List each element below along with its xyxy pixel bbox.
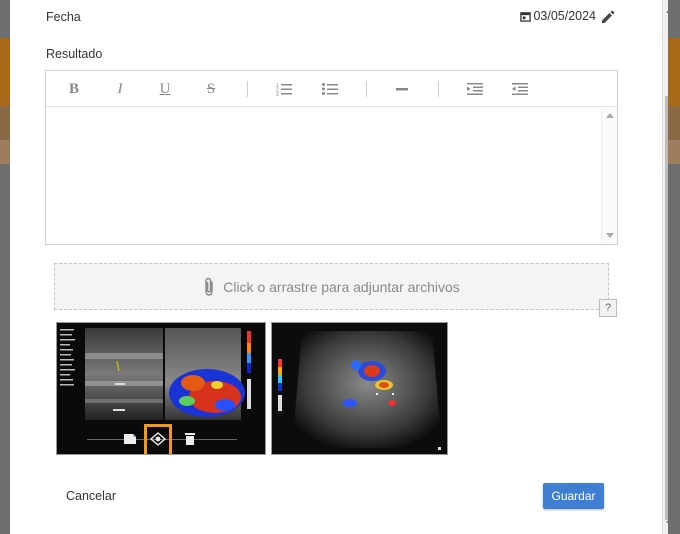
horizontal-rule-icon xyxy=(396,88,408,91)
svg-text:3: 3 xyxy=(276,92,279,96)
bold-button[interactable]: B xyxy=(64,80,84,98)
scroll-up-arrow-icon[interactable] xyxy=(666,8,668,13)
attachment-thumbnail[interactable] xyxy=(56,322,266,455)
ordered-list-icon: 1 2 3 xyxy=(276,83,292,96)
unordered-list-icon xyxy=(322,83,338,95)
cancel-button[interactable]: Cancelar xyxy=(58,485,124,507)
editor-content-area[interactable] xyxy=(46,107,601,244)
resultado-label: Resultado xyxy=(46,47,103,61)
help-button[interactable]: ? xyxy=(599,299,617,317)
editor-scrollbar[interactable] xyxy=(601,107,617,244)
unordered-list-button[interactable] xyxy=(320,80,340,98)
scrollbar-thumb[interactable] xyxy=(665,96,668,520)
italic-button[interactable]: I xyxy=(110,80,130,98)
fecha-row: Fecha 03/05/2024 xyxy=(46,9,616,27)
strikethrough-button[interactable]: S xyxy=(201,80,221,98)
editor-toolbar: B I U S 1 2 3 xyxy=(46,71,617,107)
toolbar-divider xyxy=(438,81,439,97)
toolbar-divider xyxy=(247,81,248,97)
attachment-thumbnail[interactable] xyxy=(271,322,448,455)
fecha-value: 03/05/2024 xyxy=(533,9,596,23)
outdent-icon xyxy=(512,83,528,95)
dropzone-text: Click o arrastre para adjuntar archivos xyxy=(223,278,460,295)
result-modal: Fecha 03/05/2024 Resultado B I U S 1 2 3… xyxy=(10,0,668,534)
save-button[interactable]: Guardar xyxy=(543,483,604,509)
scroll-down-arrow-icon[interactable] xyxy=(666,521,668,526)
view-action-highlight xyxy=(144,424,172,454)
edit-icon xyxy=(124,434,136,444)
ordered-list-button[interactable]: 1 2 3 xyxy=(274,80,294,98)
edit-date-button[interactable] xyxy=(600,9,616,25)
outdent-button[interactable] xyxy=(510,80,530,98)
indent-button[interactable] xyxy=(465,80,485,98)
rich-text-editor: B I U S 1 2 3 xyxy=(45,70,618,245)
file-dropzone[interactable]: Click o arrastre para adjuntar archivos xyxy=(54,263,609,310)
fecha-label: Fecha xyxy=(46,10,81,24)
scroll-up-arrow-icon[interactable] xyxy=(606,113,614,118)
toolbar-divider xyxy=(366,81,367,97)
horizontal-rule-button[interactable] xyxy=(392,80,412,98)
paperclip-icon xyxy=(205,277,213,296)
edit-attachment-button[interactable] xyxy=(121,430,139,448)
fecha-date-field[interactable]: 03/05/2024 xyxy=(520,9,596,23)
modal-scrollbar[interactable] xyxy=(662,0,668,534)
delete-attachment-button[interactable] xyxy=(181,430,199,448)
calendar-icon xyxy=(520,11,532,22)
delete-icon xyxy=(185,433,195,445)
ultrasound-image xyxy=(272,323,447,454)
attachment-actions xyxy=(57,424,265,454)
underline-button[interactable]: U xyxy=(155,80,175,98)
pencil-icon xyxy=(602,10,615,23)
scroll-down-arrow-icon[interactable] xyxy=(606,233,614,238)
indent-icon xyxy=(467,83,483,95)
